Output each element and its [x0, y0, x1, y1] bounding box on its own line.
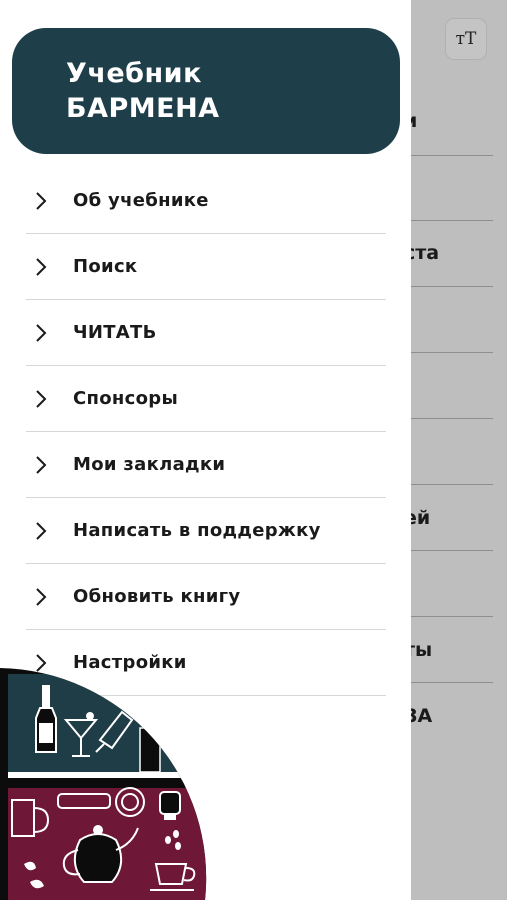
- font-size-button[interactable]: тТ: [445, 18, 487, 60]
- chevron-right-icon: [34, 455, 50, 475]
- menu-item-update-book[interactable]: Обновить книгу: [26, 564, 386, 630]
- background-row: [411, 155, 493, 221]
- menu-item-label: Написать в поддержку: [73, 520, 321, 541]
- app-title-line1: Учебник: [66, 58, 202, 89]
- menu-item-label: Обновить книгу: [73, 586, 241, 607]
- background-row: [411, 286, 493, 353]
- menu-item-read[interactable]: ЧИТАТЬ: [26, 300, 386, 366]
- font-size-icon: тТ: [455, 29, 477, 49]
- background-row: [411, 352, 493, 419]
- menu-item-search[interactable]: Поиск: [26, 234, 386, 300]
- menu-item-sponsors[interactable]: Спонсоры: [26, 366, 386, 432]
- menu-item-label: Мои закладки: [73, 454, 226, 475]
- chevron-right-icon: [34, 521, 50, 541]
- drawer-header: Учебник БАРМЕНА: [12, 28, 400, 154]
- menu-item-label: Об учебнике: [73, 190, 209, 211]
- menu-item-support[interactable]: Написать в поддержку: [26, 498, 386, 564]
- drawer-menu: Об учебнике Поиск ЧИТАТЬ Спонсоры Мои за…: [26, 168, 386, 696]
- navigation-drawer: Учебник БАРМЕНА Об учебнике Поиск ЧИТАТЬ…: [0, 0, 411, 900]
- chevron-right-icon: [34, 257, 50, 277]
- menu-item-about[interactable]: Об учебнике: [26, 168, 386, 234]
- background-row: [411, 418, 493, 485]
- background-row: [411, 550, 493, 617]
- menu-item-label: ЧИТАТЬ: [73, 322, 157, 343]
- app-title-line2: БАРМЕНА: [66, 93, 220, 124]
- menu-item-bookmarks[interactable]: Мои закладки: [26, 432, 386, 498]
- chevron-right-icon: [34, 587, 50, 607]
- bar-illustration: [0, 668, 207, 900]
- chevron-right-icon: [34, 191, 50, 211]
- menu-item-label: Спонсоры: [73, 388, 179, 409]
- chevron-right-icon: [34, 389, 50, 409]
- chevron-right-icon: [34, 323, 50, 343]
- menu-item-label: Поиск: [73, 256, 138, 277]
